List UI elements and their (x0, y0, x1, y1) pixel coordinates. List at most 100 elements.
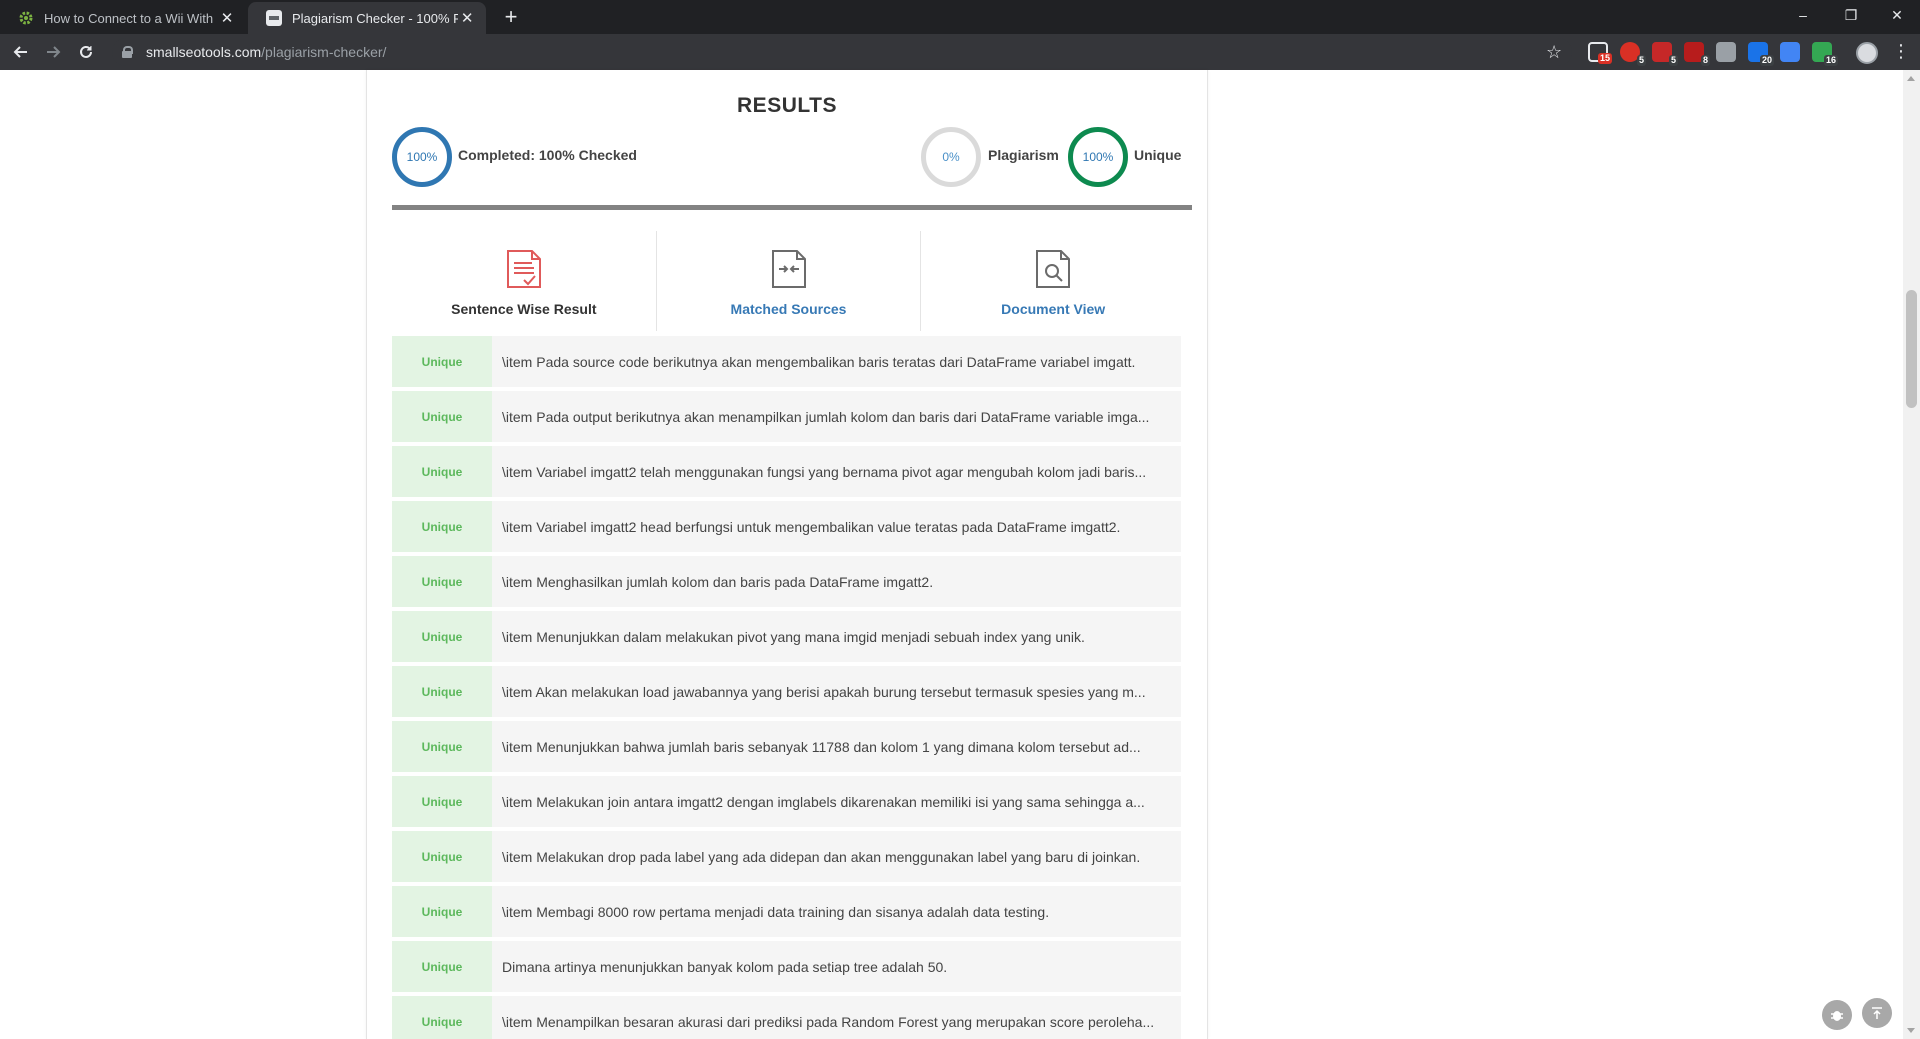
arrow-up-icon[interactable] (1862, 998, 1892, 1028)
tab-matched-sources[interactable]: Matched Sources (655, 231, 921, 331)
sentence-text: \item Membagi 8000 row pertama menjadi d… (502, 903, 1050, 920)
sentence-text-cell: \item Melakukan join antara imgatt2 deng… (492, 776, 1181, 827)
sentence-result-row[interactable]: Unique \item Variabel imgatt2 telah mengg… (392, 446, 1181, 497)
sentence-text: \item Menunjukkan dalam melakukan pivot … (502, 628, 1085, 645)
status-badge: Unique (392, 721, 492, 772)
sentence-result-row[interactable]: Unique \item Variabel imgatt2 head berfun… (392, 501, 1181, 552)
plagiarism-circle: 0% (921, 127, 981, 187)
status-badge: Unique (392, 391, 492, 442)
sentence-result-row[interactable]: Unique \item Menghasilkan jumlah kolom da… (392, 556, 1181, 607)
document-search-icon (1036, 250, 1071, 288)
status-badge: Unique (392, 446, 492, 497)
status-badge: Unique (392, 776, 492, 827)
extension-7-icon[interactable] (1780, 42, 1800, 62)
kebab-menu-icon[interactable]: ⋮ (1892, 42, 1910, 60)
sentence-result-row[interactable]: Unique \item Menunjukkan dalam melakukan … (392, 611, 1181, 662)
sentence-text: \item Menampilkan besaran akurasi dari p… (502, 1013, 1155, 1030)
scroll-up-arrow-icon[interactable] (1907, 76, 1915, 81)
scrollbar-thumb[interactable] (1906, 290, 1917, 408)
extension-8-icon[interactable]: 16 (1812, 42, 1838, 66)
progress-fill (392, 205, 1192, 210)
sst-favicon-icon (266, 10, 282, 26)
forward-arrow-icon[interactable] (40, 39, 66, 65)
sentence-text: \item Menunjukkan bahwa jumlah baris seb… (502, 738, 1141, 755)
sentence-text-cell: \item Menghasilkan jumlah kolom dan bari… (492, 556, 1181, 607)
back-arrow-icon[interactable] (8, 39, 34, 65)
new-tab-button[interactable]: + (498, 4, 524, 30)
sentence-result-row[interactable]: Unique \item Pada output berikutnya akan … (392, 391, 1181, 442)
status-badge: Unique (392, 611, 492, 662)
bookmark-star-icon[interactable]: ☆ (1546, 42, 1562, 63)
plagiarism-label: Plagiarism (988, 147, 1059, 163)
tab-wii-article[interactable]: How to Connect to a Wii With Bl ✕ (0, 2, 246, 34)
camera-icon[interactable] (1716, 42, 1736, 62)
document-check-icon (506, 250, 541, 288)
browser-toolbar: smallseotools.com/plagiarism-checker/ ☆ … (0, 34, 1920, 70)
sentence-result-row[interactable]: Unique \item Menunjukkan bahwa jumlah bar… (392, 721, 1181, 772)
status-badge: Unique (392, 941, 492, 992)
page-viewport: RESULTS 100% Completed: 100% Checked 0% … (0, 70, 1920, 1039)
sentence-text: Dimana artinya menunjukkan banyak kolom … (502, 958, 948, 975)
scroll-down-arrow-icon[interactable] (1907, 1028, 1915, 1033)
sentence-result-row[interactable]: Unique Dimana artinya menunjukkan banyak … (392, 941, 1181, 992)
status-badge: Unique (392, 556, 492, 607)
close-window-button[interactable]: ✕ (1874, 0, 1920, 30)
sentence-text-cell: \item Melakukan drop pada label yang ada… (492, 831, 1181, 882)
view-label: Sentence Wise Result (451, 301, 597, 317)
status-badge: Unique (392, 886, 492, 937)
sentence-text-cell: \item Akan melakukan load jawabannya yan… (492, 666, 1181, 717)
tab-title: How to Connect to a Wii With Bl (44, 10, 214, 26)
unique-label: Unique (1134, 147, 1182, 163)
address-bar[interactable]: smallseotools.com/plagiarism-checker/ (112, 38, 1572, 66)
sentence-result-row[interactable]: Unique \item Melakukan drop pada label ya… (392, 831, 1181, 882)
extension-6-icon[interactable]: 20 (1748, 42, 1774, 66)
gear-favicon-icon (18, 10, 34, 26)
tab-document-view[interactable]: Document View (920, 231, 1185, 331)
close-tab-icon[interactable]: ✕ (218, 9, 236, 27)
sentence-result-row[interactable]: Unique \item Melakukan join antara imgatt… (392, 776, 1181, 827)
page-scrollbar[interactable] (1903, 70, 1920, 1039)
sentence-text-cell: \item Menunjukkan bahwa jumlah baris seb… (492, 721, 1181, 772)
extension-2-icon[interactable]: 5 (1620, 42, 1646, 66)
close-tab-icon[interactable]: ✕ (458, 9, 476, 27)
minimize-button[interactable]: – (1780, 0, 1826, 30)
sentence-text-cell: \item Pada output berikutnya akan menamp… (492, 391, 1181, 442)
sentence-text: \item Melakukan join antara imgatt2 deng… (502, 793, 1145, 810)
tab-strip: How to Connect to a Wii With Bl ✕ Plagia… (0, 0, 1920, 34)
sentence-text: \item Melakukan drop pada label yang ada… (502, 848, 1141, 865)
view-label: Matched Sources (730, 301, 847, 317)
sentence-text: \item Pada source code berikutnya akan m… (502, 353, 1136, 370)
view-label: Document View (1001, 301, 1106, 317)
sentence-results-list: Unique \item Pada source code berikutnya … (392, 336, 1181, 1039)
completed-label: Completed: 100% Checked (458, 147, 637, 163)
compare-arrows-icon (771, 250, 806, 288)
sentence-result-row[interactable]: Unique \item Membagi 8000 row pertama men… (392, 886, 1181, 937)
extension-1-icon[interactable]: 15 (1588, 42, 1612, 64)
unique-circle: 100% (1068, 127, 1128, 187)
tab-sentence-wise-result[interactable]: Sentence Wise Result (392, 231, 656, 331)
tab-title: Plagiarism Checker - 100% Free C (292, 10, 459, 26)
restore-button[interactable]: ❐ (1828, 0, 1874, 30)
status-badge: Unique (392, 501, 492, 552)
adblock-icon[interactable]: 5 (1652, 42, 1678, 66)
url-path: /plagiarism-checker/ (261, 44, 387, 60)
sentence-text: \item Variabel imgatt2 head berfungsi un… (502, 518, 1121, 535)
sentence-text-cell: \item Variabel imgatt2 telah menggunakan… (492, 446, 1181, 497)
sentence-text: \item Pada output berikutnya akan menamp… (502, 408, 1150, 425)
sentence-result-row[interactable]: Unique \item Menampilkan besaran akurasi … (392, 996, 1181, 1039)
sentence-text-cell: \item Menampilkan besaran akurasi dari p… (492, 996, 1181, 1039)
lock-icon (122, 46, 133, 58)
tab-plagiarism-checker[interactable]: Plagiarism Checker - 100% Free C ✕ (248, 2, 486, 34)
ublock-icon[interactable]: 8 (1684, 42, 1710, 66)
completed-circle: 100% (392, 127, 452, 187)
url-host: smallseotools.com (146, 44, 262, 60)
sentence-result-row[interactable]: Unique \item Pada source code berikutnya … (392, 336, 1181, 387)
sentence-text-cell: \item Pada source code berikutnya akan m… (492, 336, 1181, 387)
results-title: RESULTS (737, 94, 837, 117)
bug-icon[interactable] (1822, 1000, 1852, 1030)
reload-icon[interactable] (73, 39, 99, 65)
sentence-text: \item Menghasilkan jumlah kolom dan bari… (502, 573, 934, 590)
profile-avatar[interactable] (1856, 42, 1878, 64)
status-badge: Unique (392, 831, 492, 882)
sentence-result-row[interactable]: Unique \item Akan melakukan load jawabann… (392, 666, 1181, 717)
